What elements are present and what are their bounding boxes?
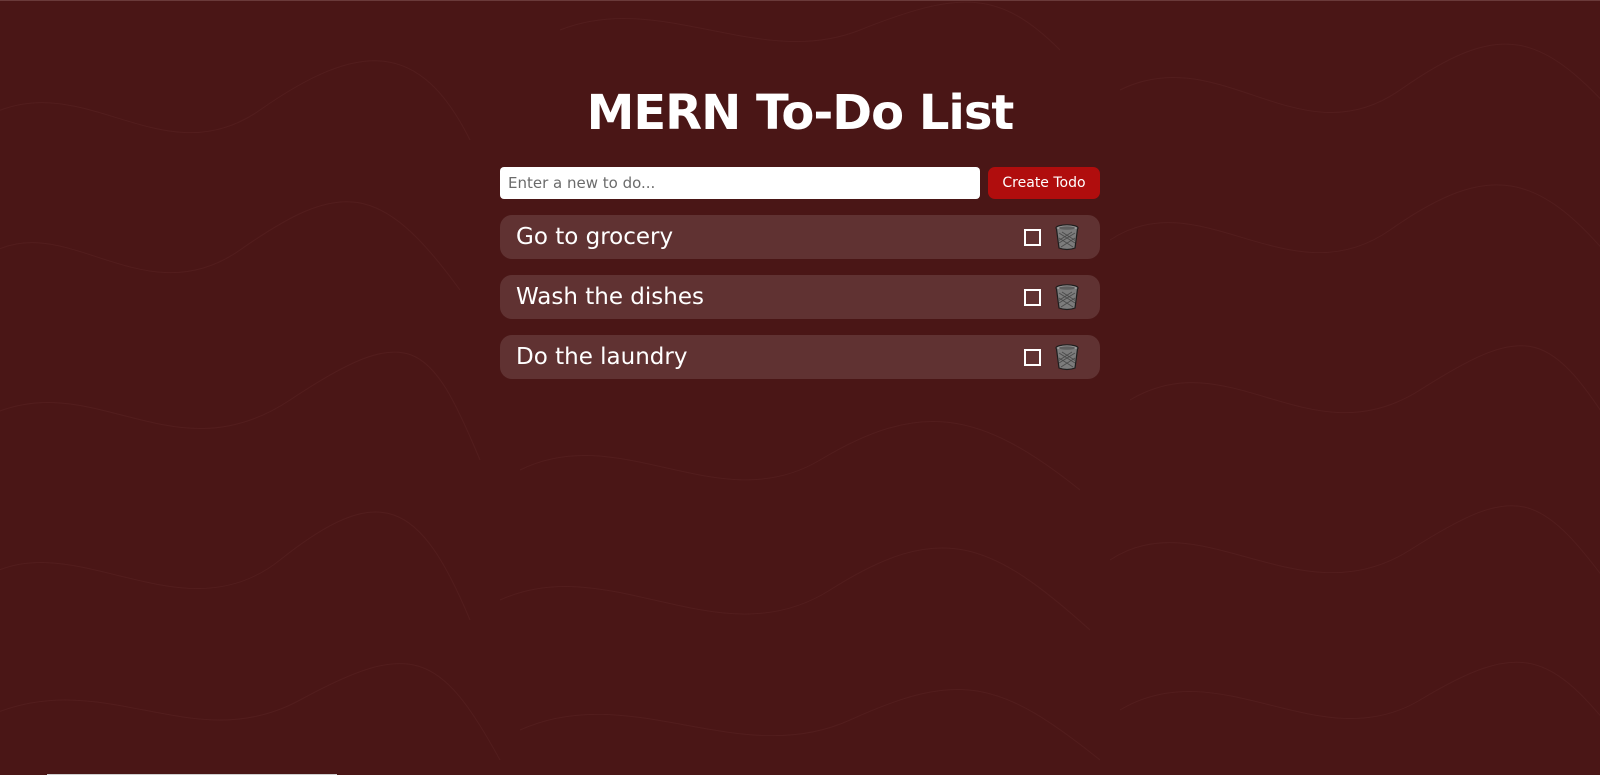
- todo-item: Do the laundry: [500, 335, 1100, 379]
- trash-icon[interactable]: [1054, 223, 1080, 251]
- new-todo-input[interactable]: [500, 167, 980, 199]
- todo-text: Do the laundry: [516, 344, 688, 370]
- create-todo-button[interactable]: Create Todo: [988, 167, 1100, 199]
- todo-item: Wash the dishes: [500, 275, 1100, 319]
- todo-list: Go to grocery Wash the dishes Do the lau…: [500, 215, 1100, 395]
- create-todo-form: Create Todo: [500, 167, 1100, 199]
- trash-icon[interactable]: [1054, 283, 1080, 311]
- todo-text: Wash the dishes: [516, 284, 704, 310]
- todo-item: Go to grocery: [500, 215, 1100, 259]
- complete-checkbox[interactable]: [1024, 229, 1041, 246]
- complete-checkbox[interactable]: [1024, 289, 1041, 306]
- page-title: MERN To-Do List: [586, 85, 1015, 141]
- complete-checkbox[interactable]: [1024, 349, 1041, 366]
- top-border: [0, 0, 1600, 1]
- todo-text: Go to grocery: [516, 224, 674, 250]
- trash-icon[interactable]: [1054, 343, 1080, 371]
